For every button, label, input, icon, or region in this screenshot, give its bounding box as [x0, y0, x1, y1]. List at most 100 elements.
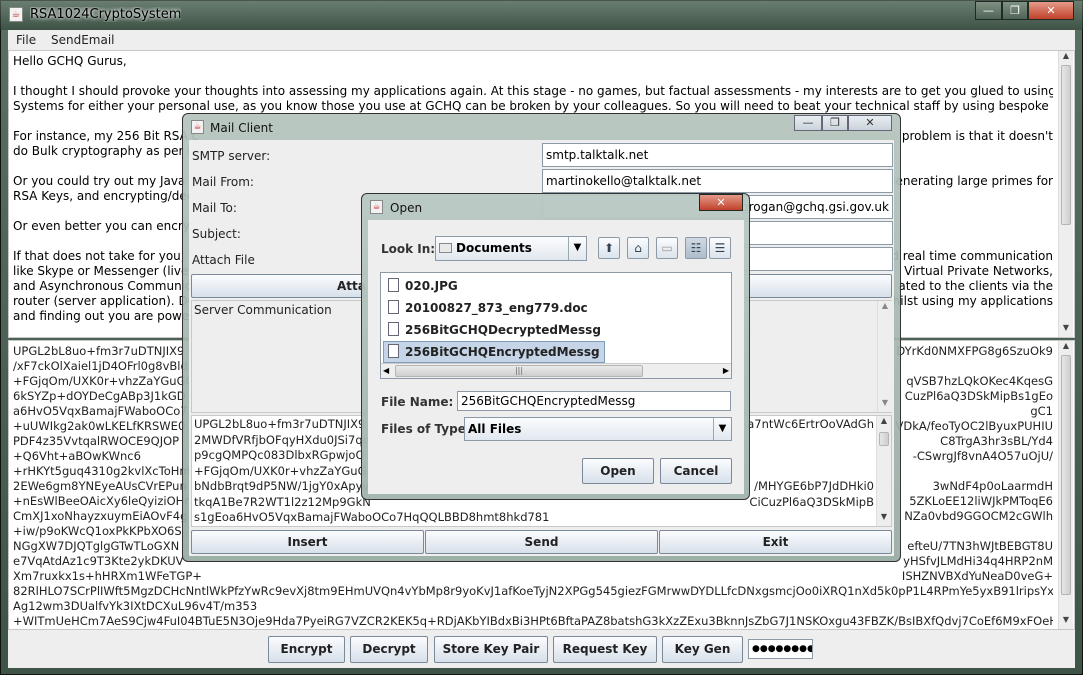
files-of-type-combo[interactable]: All Files ▼ [464, 417, 732, 441]
file-name-text: 256BitGCHQEncryptedMessg [405, 345, 600, 359]
letter-line-text: For instance, my 256 Bit RSA c [13, 129, 199, 143]
cipher-line-text: Ag12wm3DUalfvYk3IXtDCXuL96v4T/m353 [13, 599, 258, 613]
encrypt-button[interactable]: Encrypt [268, 636, 345, 663]
look-in-value: Documents [456, 241, 532, 255]
letter-line-text: Hello GCHQ Gurus, [13, 54, 127, 68]
cipher-line-text: UPGL2bL8uo+fm3r7uDTNJIX9 [13, 344, 185, 358]
look-in-combo[interactable]: Documents ▼ [435, 236, 587, 261]
mail-body-line-text: s1gEoa6HvO5VqxBamajFWaboOCo7HqQQLBBD8hmt… [194, 510, 550, 524]
letter-line-text: do Bulk cryptography as per RS [13, 144, 204, 158]
menu-send-email[interactable]: SendEmail [51, 33, 115, 47]
letter-line-tail: generating large primes for [887, 174, 1053, 188]
cipher-line: 82RlHLO7SCrPlIWft5MgzDCHcNntlWkPfzYwRc9e… [13, 584, 1053, 599]
scroll-up-icon[interactable]: ▲ [878, 301, 892, 315]
mail-minimize-button[interactable]: — [794, 115, 822, 131]
folder-icon [439, 242, 452, 253]
cipher-line-text: +Q6Vht+aBOwKWnc6 [13, 449, 141, 463]
letter-line-tail: Virtual Private Networks, [904, 264, 1053, 278]
letter-line: I thought I should provoke your thoughts… [13, 84, 1053, 99]
insert-button[interactable]: Insert [191, 530, 424, 554]
list-view-icon[interactable]: ☷ [685, 237, 707, 259]
chevron-down-icon[interactable]: ▼ [713, 418, 731, 440]
letter-line-text: and finding out you are powerle [13, 309, 205, 323]
send-button[interactable]: Send [425, 530, 658, 554]
cipher-line: Ag12wm3DUalfvYk3IXtDCXuL96v4T/m353 [13, 599, 1053, 614]
scroll-up-icon[interactable]: ▲ [1059, 51, 1073, 65]
cipher-line-tail: 5ZKLoEE12liWJkPMToqE6 [909, 494, 1053, 508]
request-key-button[interactable]: Request Key [553, 636, 657, 663]
java-cup-icon: ☕ [370, 200, 383, 214]
cancel-button[interactable]: Cancel [660, 458, 732, 484]
exit-button[interactable]: Exit [659, 530, 892, 554]
file-list-item[interactable]: 20100827_873_eng779.doc [383, 297, 593, 319]
file-row: 256BitGCHQDecryptedMessg [383, 319, 729, 341]
mail-client-title: Mail Client [210, 121, 273, 135]
key-gen-button[interactable]: Key Gen [662, 636, 743, 663]
cipher-line-text: +rHKYt5guq4310g2kvlXcToHm [13, 464, 191, 478]
file-row: 20100827_873_eng779.doc [383, 297, 729, 319]
scroll-down-icon[interactable]: ▼ [877, 512, 891, 526]
file-list-hscrollbar[interactable]: ◀ ||| ▶ [381, 363, 731, 378]
scroll-thumb[interactable] [1061, 65, 1071, 225]
letter-line-text: router (server application). Do p [13, 294, 207, 308]
mail-maximize-button[interactable]: ❐ [822, 115, 848, 131]
file-name-field[interactable]: 256BitGCHQEncryptedMessg [457, 391, 731, 411]
menu-bar [8, 30, 1075, 50]
mail-body-line-text: tkqA1Be7R2WT1l2z12Mp9GkN [194, 494, 371, 509]
smtp-field[interactable]: smtp.talktalk.net [542, 143, 893, 167]
scroll-down-icon[interactable]: ▼ [1059, 615, 1073, 629]
letter-line-text: Or even better you can encrypt l [13, 219, 210, 233]
mail-close-button[interactable]: ✕ [848, 115, 892, 131]
letter-line-text: If that does not take for you; the [13, 249, 209, 263]
file-list-item[interactable]: 256BitGCHQEncryptedMessg [383, 341, 605, 363]
scroll-up-icon[interactable]: ▲ [1059, 341, 1073, 355]
mail-body-scrollbar[interactable]: ▲ ▼ [876, 416, 891, 526]
home-icon[interactable]: ⌂ [627, 237, 649, 259]
cipher-line-tail: CuzPl6aQ3DSkMipBs1gEo [904, 389, 1053, 403]
letter-line-text: RSA Keys, and encrypting/decry [13, 189, 206, 203]
letter-line-tail: problem is that it doesn't [901, 129, 1053, 143]
mail-from-field[interactable]: martinokello@talktalk.net [542, 169, 893, 193]
mail-from-label: Mail From: [192, 175, 254, 189]
file-list-item[interactable]: 020.JPG [383, 275, 463, 297]
up-folder-icon[interactable]: ⬆ [598, 237, 620, 259]
scroll-thumb[interactable]: ||| [395, 365, 643, 377]
scroll-left-icon[interactable]: ◀ [383, 364, 389, 378]
open-dialog-title: Open [390, 201, 423, 215]
scroll-thumb[interactable] [879, 432, 889, 446]
close-button[interactable]: ✕ [1028, 1, 1074, 20]
message-scrollbar[interactable]: ▲ ▼ [1058, 51, 1073, 337]
decrypt-button[interactable]: Decrypt [350, 636, 428, 663]
server-communication-label: Server Communication [194, 303, 332, 317]
chevron-down-icon[interactable]: ▼ [568, 237, 586, 260]
files-of-type-label: Files of Type: [381, 422, 471, 436]
new-folder-icon[interactable]: ▭ [656, 237, 678, 259]
maximize-button[interactable]: ❐ [1002, 1, 1028, 20]
details-view-icon[interactable]: ☰ [709, 237, 731, 259]
letter-line-tail: hilst using my applications [892, 294, 1053, 308]
file-list-item[interactable]: 256BitGCHQDecryptedMessg [383, 319, 606, 341]
cipher-line: Xm7ruxkx1s+hHRXm1WFeTGP+ ISHZNVBXdYuNeaD0… [13, 569, 1053, 584]
cipher-line-text: +iw/p9oKWcQ1oxPkKPbXO6S [13, 524, 182, 538]
scroll-down-icon[interactable]: ▼ [878, 398, 892, 412]
mail-body-line-tail: /MHYGE6bP7JdDHki0 [754, 479, 874, 493]
scroll-down-icon[interactable]: ▼ [1059, 323, 1073, 337]
menu-file[interactable]: File [16, 33, 36, 47]
open-close-button[interactable]: ✕ [699, 194, 743, 211]
cipher-line-text: CmXJ1xoNhayzxuymEiAOvF4g [13, 509, 188, 523]
server-comm-scrollbar[interactable]: ▲ ▼ [877, 301, 892, 412]
letter-line-tail: ated to the clients via the [898, 279, 1053, 293]
scroll-up-icon[interactable]: ▲ [877, 416, 891, 430]
password-field[interactable]: ●●●●●●●●● [748, 639, 813, 659]
cipher-line-text: +WITmUeHCm7AeS9Cjw4FuI04BTuE5N3Oje9Hda7P… [13, 614, 1053, 628]
open-button[interactable]: Open [582, 458, 654, 484]
cipher-line-tail: DYrKd0NMXFPG8g6SzuOk9 [896, 344, 1053, 358]
store-key-pair-button[interactable]: Store Key Pair [434, 636, 548, 663]
cipher-line-text: 6kSYZp+dOYDeCgABp3J1kGD [13, 389, 186, 403]
scroll-thumb[interactable] [1061, 355, 1071, 595]
scroll-right-icon[interactable]: ▶ [723, 364, 729, 378]
file-row: 020.JPG [383, 275, 729, 297]
cipher-scrollbar[interactable]: ▲ ▼ [1058, 341, 1073, 629]
minimize-button[interactable]: — [975, 1, 1002, 20]
letter-line-text: like Skype or Messenger (live c [13, 264, 199, 278]
